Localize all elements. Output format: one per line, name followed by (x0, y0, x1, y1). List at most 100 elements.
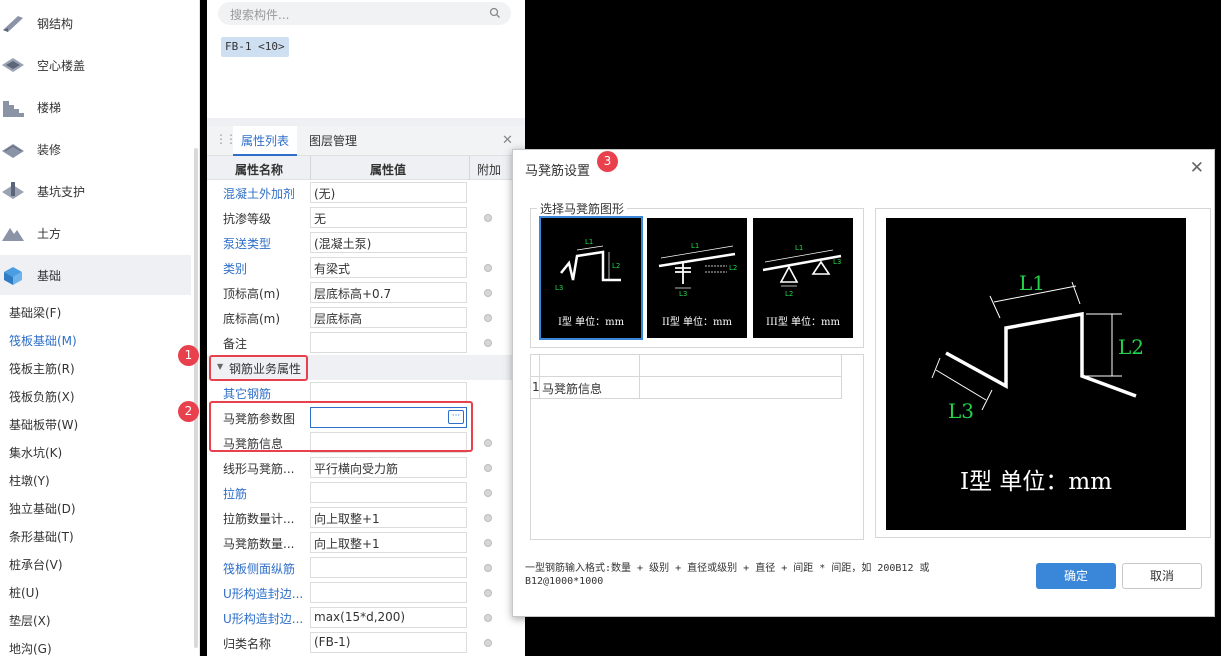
column-header-name: 属性名称 (235, 163, 284, 177)
extra-indicator[interactable] (484, 339, 492, 347)
property-row[interactable]: 归类名称 (FB-1) (207, 630, 525, 655)
shape-preview-frame: L1 L2 L3 I型 单位：mm (875, 208, 1211, 538)
nav-category-hollow-floor[interactable]: 空心楼盖 (0, 45, 191, 85)
property-name: 其它钢筋 (223, 387, 272, 401)
nav-item-raft-negative-rebar[interactable]: 筏板负筋(X) (9, 388, 75, 405)
tab-layer-management[interactable]: 图层管理 (309, 126, 357, 156)
close-icon[interactable]: ✕ (502, 133, 513, 148)
property-row[interactable]: 拉筋数量计... 向上取整+1 (207, 505, 525, 530)
nav-item-pile-cap[interactable]: 桩承台(V) (9, 556, 63, 573)
property-name: 拉筋数量计... (223, 512, 295, 526)
nav-item-raft-main-rebar[interactable]: 筏板主筋(R) (9, 360, 75, 377)
confirm-button[interactable]: 确定 (1036, 563, 1116, 589)
property-value-field[interactable] (310, 582, 467, 603)
nav-scrollbar[interactable] (194, 148, 198, 648)
property-row[interactable]: 筏板侧面纵筋 (207, 555, 525, 580)
property-value-field[interactable]: (FB-1) (310, 632, 467, 653)
property-value-field[interactable]: 层底标高+0.7 (310, 282, 467, 303)
nav-category-steel-structure[interactable]: 钢结构 (0, 3, 191, 43)
extra-indicator[interactable] (484, 264, 492, 272)
property-row[interactable]: 抗渗等级 无 (207, 205, 525, 230)
foundation-icon (4, 267, 22, 285)
extra-indicator[interactable] (484, 214, 492, 222)
nav-item-column-pier[interactable]: 柱墩(Y) (9, 472, 50, 489)
shape-option-type-3[interactable]: L1 L2 L3 III型 单位：mm (753, 218, 853, 338)
svg-text:L2: L2 (612, 262, 620, 270)
extra-indicator[interactable] (484, 314, 492, 322)
property-value-field[interactable] (310, 382, 467, 403)
extra-indicator[interactable] (484, 439, 492, 447)
svg-text:L3: L3 (679, 290, 687, 298)
nav-category-pit-support[interactable]: 基坑支护 (0, 171, 191, 211)
preview-label-l1: L1 (1019, 271, 1045, 295)
property-value-field[interactable] (310, 482, 467, 503)
nav-item-strip-footing[interactable]: 条形基础(T) (9, 528, 74, 545)
property-tabs: ⋮⋮ 属性列表 图层管理 ✕ (207, 126, 525, 156)
property-value-field[interactable]: (混凝土泵) (310, 232, 467, 253)
property-row[interactable]: U形构造封边... max(15*d,200) (207, 605, 525, 630)
property-value: (FB-1) (314, 635, 351, 649)
extra-indicator[interactable] (484, 589, 492, 597)
type-3-diagram: L1 L2 L3 (762, 244, 841, 298)
tab-property-list[interactable]: 属性列表 (233, 126, 297, 156)
nav-item-trench[interactable]: 地沟(G) (9, 640, 52, 656)
shape-group-label: 选择马凳筋图形 (537, 200, 628, 217)
nav-item-raft-foundation[interactable]: 筏板基础(M) (9, 332, 77, 349)
callout-box-stool-rebar-rows (209, 401, 473, 452)
property-value-field[interactable] (310, 332, 467, 353)
extra-indicator[interactable] (484, 464, 492, 472)
search-icon[interactable] (489, 7, 501, 19)
nav-item-sump-pit[interactable]: 集水坑(K) (9, 444, 62, 461)
column-header-extra: 附加 (477, 163, 502, 177)
property-row[interactable]: 马凳筋数量... 向上取整+1 (207, 530, 525, 555)
nav-item-foundation-beam[interactable]: 基础梁(F) (9, 304, 61, 321)
property-name: 拉筋 (223, 487, 248, 501)
component-tag[interactable]: FB-1 <10> (221, 37, 289, 57)
property-value-field[interactable]: 向上取整+1 (310, 532, 467, 553)
property-row[interactable]: 类别 有梁式 (207, 255, 525, 280)
extra-indicator[interactable] (484, 539, 492, 547)
property-value-field[interactable]: 向上取整+1 (310, 507, 467, 528)
property-value-field[interactable]: 无 (310, 207, 467, 228)
callout-box-rebar-section (209, 355, 308, 381)
property-value-field[interactable]: 平行横向受力筋 (310, 457, 467, 478)
nav-item-isolated-footing[interactable]: 独立基础(D) (9, 500, 76, 517)
property-value: 平行横向受力筋 (314, 462, 399, 476)
property-value-field[interactable]: max(15*d,200) (310, 607, 467, 628)
shape-preview-canvas: L1 L2 L3 I型 单位：mm (886, 218, 1186, 530)
property-row[interactable]: 拉筋 (207, 480, 525, 505)
nav-item-pile[interactable]: 桩(U) (9, 584, 39, 601)
property-value-field[interactable]: 层底标高 (310, 307, 467, 328)
nav-category-decoration[interactable]: 装修 (0, 129, 191, 169)
property-row[interactable]: 备注 (207, 330, 525, 355)
extra-indicator[interactable] (484, 564, 492, 572)
nav-category-earthwork[interactable]: 土方 (0, 213, 191, 253)
close-icon[interactable]: ✕ (1190, 158, 1204, 178)
property-name: 类别 (223, 262, 248, 276)
shape-option-type-1[interactable]: L1 L2 L3 I型 单位：mm (539, 216, 643, 340)
cancel-button[interactable]: 取消 (1122, 563, 1202, 589)
component-search-input[interactable]: 搜索构件... (218, 2, 511, 25)
dialog-title: 马凳筋设置 (525, 164, 591, 179)
extra-indicator[interactable] (484, 489, 492, 497)
property-value-field[interactable] (310, 557, 467, 578)
property-value: 无 (314, 212, 327, 226)
extra-indicator[interactable] (484, 614, 492, 622)
nav-category-foundation[interactable]: 基础 (0, 255, 191, 295)
extra-indicator[interactable] (484, 514, 492, 522)
property-value-field[interactable]: 有梁式 (310, 257, 467, 278)
shape-option-type-2[interactable]: L1 L3 L2 II型 单位：mm (647, 218, 747, 338)
nav-category-stairs[interactable]: 楼梯 (0, 87, 191, 127)
nav-item-cushion[interactable]: 垫层(X) (9, 612, 51, 629)
nav-item-foundation-strip[interactable]: 基础板带(W) (9, 416, 78, 433)
property-row[interactable]: 线形马凳筋... 平行横向受力筋 (207, 455, 525, 480)
property-row[interactable]: 混凝土外加剂 (无) (207, 180, 525, 205)
property-row[interactable]: 顶标高(m) 层底标高+0.7 (207, 280, 525, 305)
drag-handle-icon[interactable]: ⋮⋮ (215, 132, 237, 146)
property-row[interactable]: 泵送类型 (混凝土泵) (207, 230, 525, 255)
extra-indicator[interactable] (484, 289, 492, 297)
property-row[interactable]: 底标高(m) 层底标高 (207, 305, 525, 330)
property-row[interactable]: U形构造封边... (207, 580, 525, 605)
property-value-field[interactable]: (无) (310, 182, 467, 203)
extra-indicator[interactable] (484, 639, 492, 647)
